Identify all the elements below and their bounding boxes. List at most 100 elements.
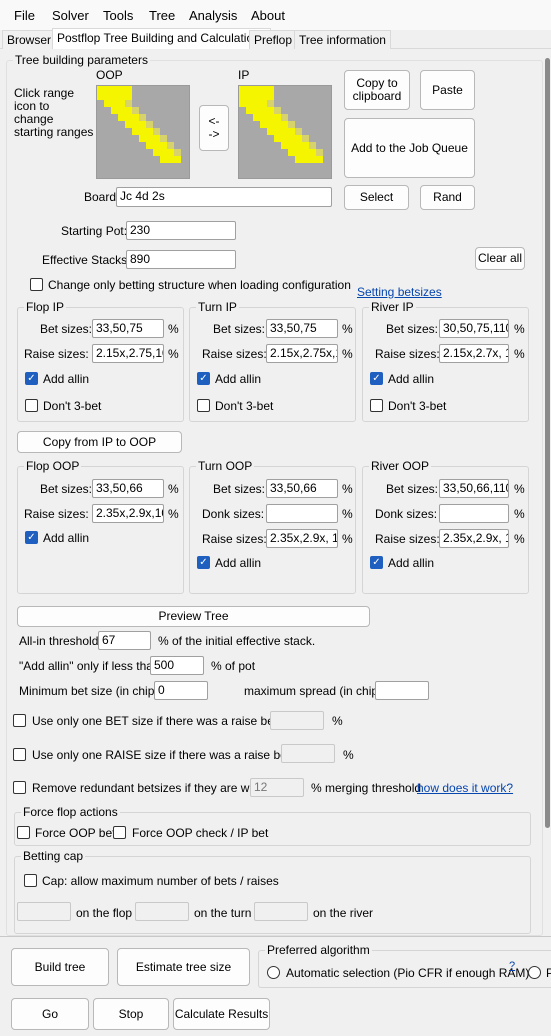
swap-ranges-button[interactable]: <- -> xyxy=(199,105,229,151)
estimate-tree-size-button[interactable]: Estimate tree size xyxy=(117,948,250,986)
tab-tree-information[interactable]: Tree information xyxy=(294,30,391,49)
scrollbar-thumb[interactable] xyxy=(545,58,550,828)
river-ip-no3bet-checkbox[interactable] xyxy=(370,399,383,412)
copy-ip-to-oop-button[interactable]: Copy from IP to OOP xyxy=(17,431,182,453)
max-spread-input[interactable] xyxy=(375,681,429,700)
menu-tools[interactable]: Tools xyxy=(103,8,133,23)
range-cell xyxy=(167,107,174,114)
allin-threshold-input[interactable]: 67 xyxy=(98,631,151,650)
force-oop-bet-checkbox[interactable] xyxy=(17,826,30,839)
min-bet-input[interactable]: 0 xyxy=(154,681,208,700)
flop-ip-bet-input[interactable]: 33,50,75 xyxy=(92,319,164,338)
auto-selection-radio[interactable] xyxy=(267,966,280,979)
how-does-it-work-link[interactable]: how does it work? xyxy=(417,781,513,795)
range-cell xyxy=(174,86,181,93)
range-cell xyxy=(281,93,288,100)
menu-about[interactable]: About xyxy=(251,8,285,23)
river-ip-raise-input[interactable]: 2.15x,2.7x, 10 xyxy=(439,344,509,363)
one-bet-input[interactable] xyxy=(270,711,324,730)
preview-tree-button[interactable]: Preview Tree xyxy=(17,606,370,627)
range-cell xyxy=(274,156,281,163)
paste-button[interactable]: Paste xyxy=(420,70,475,110)
one-bet-checkbox[interactable] xyxy=(13,714,26,727)
turn-ip-allin-checkbox[interactable]: ✓ xyxy=(197,372,210,385)
range-cell xyxy=(174,121,181,128)
one-raise-input[interactable] xyxy=(281,744,335,763)
range-cell xyxy=(160,170,167,177)
random-board-button[interactable]: Rand xyxy=(420,185,475,210)
cap-flop-input[interactable] xyxy=(17,902,71,921)
range-cell xyxy=(153,135,160,142)
remove-redundant-checkbox[interactable] xyxy=(13,781,26,794)
flop-ip-no3bet-checkbox[interactable] xyxy=(25,399,38,412)
flop-oop-allin-checkbox[interactable]: ✓ xyxy=(25,531,38,544)
river-oop-bet-input[interactable]: 33,50,66,110 xyxy=(439,479,509,498)
stop-button[interactable]: Stop xyxy=(93,998,169,1030)
cap-river-input[interactable] xyxy=(254,902,308,921)
range-cell xyxy=(111,149,118,156)
range-cell xyxy=(316,142,323,149)
turn-ip-raise-input[interactable]: 2.15x,2.75x,1 xyxy=(266,344,338,363)
turn-oop-bet-input[interactable]: 33,50,66 xyxy=(266,479,338,498)
river-oop-allin-checkbox[interactable]: ✓ xyxy=(370,556,383,569)
starting-pot-input[interactable]: 230 xyxy=(126,221,236,240)
force-oop-check-checkbox[interactable] xyxy=(113,826,126,839)
algorithm-help-link[interactable]: ? xyxy=(509,960,515,972)
range-cell xyxy=(111,114,118,121)
menu-file[interactable]: File xyxy=(14,8,35,23)
copy-clipboard-button[interactable]: Copy to clipboard xyxy=(344,70,410,110)
board-input[interactable]: Jc 4d 2s xyxy=(116,187,332,207)
range-cell xyxy=(104,135,111,142)
range-cell xyxy=(153,149,160,156)
turn-oop-allin-checkbox[interactable]: ✓ xyxy=(197,556,210,569)
flop-oop-bet-input[interactable]: 33,50,66 xyxy=(92,479,164,498)
cap-checkbox[interactable] xyxy=(24,874,37,887)
range-cell xyxy=(260,128,267,135)
setting-betsizes-link[interactable]: Setting betsizes xyxy=(357,285,442,299)
range-cell xyxy=(153,100,160,107)
select-board-button[interactable]: Select xyxy=(344,185,409,210)
board-label: Board xyxy=(84,190,117,204)
merge-threshold-input[interactable]: 12 xyxy=(250,778,304,797)
range-cell xyxy=(295,107,302,114)
range-cell xyxy=(160,142,167,149)
clear-all-button[interactable]: Clear all xyxy=(475,247,525,270)
range-cell xyxy=(146,163,153,170)
flop-ip-allin-checkbox[interactable]: ✓ xyxy=(25,372,38,385)
river-ip-allin-checkbox[interactable]: ✓ xyxy=(370,372,383,385)
change-only-checkbox[interactable] xyxy=(30,278,43,291)
tab-postflop[interactable]: Postflop Tree Building and Calculations xyxy=(52,28,271,49)
alternative-algorithm-radio[interactable] xyxy=(528,966,541,979)
river-oop-raise-input[interactable]: 2.35x,2.9x, 10 xyxy=(439,529,509,548)
menu-analysis[interactable]: Analysis xyxy=(189,8,237,23)
range-cell xyxy=(323,149,330,156)
range-cell xyxy=(111,128,118,135)
ip-range-grid[interactable] xyxy=(238,85,332,179)
go-button[interactable]: Go xyxy=(11,998,89,1030)
vertical-scrollbar[interactable] xyxy=(543,50,551,936)
add-job-queue-button[interactable]: Add to the Job Queue xyxy=(344,118,475,178)
build-tree-button[interactable]: Build tree xyxy=(11,948,109,986)
calculate-results-button[interactable]: Calculate Results xyxy=(173,998,270,1030)
tab-preflop[interactable]: Preflop xyxy=(249,30,298,49)
menu-solver[interactable]: Solver xyxy=(52,8,89,23)
turn-ip-bet-input[interactable]: 33,50,75 xyxy=(266,319,338,338)
effective-stacks-input[interactable]: 890 xyxy=(126,250,236,269)
oop-range-grid[interactable] xyxy=(96,85,190,179)
flop-oop-raise-input[interactable]: 2.35x,2.9x,10 xyxy=(92,504,164,523)
river-ip-bet-input[interactable]: 30,50,75,110 xyxy=(439,319,509,338)
one-raise-checkbox[interactable] xyxy=(13,748,26,761)
turn-ip-no3bet-checkbox[interactable] xyxy=(197,399,210,412)
add-allin-input[interactable]: 500 xyxy=(150,656,204,675)
tab-browser[interactable]: Browser xyxy=(2,30,57,49)
menu-tree[interactable]: Tree xyxy=(149,8,175,23)
range-cell xyxy=(97,156,104,163)
range-cell xyxy=(132,142,139,149)
range-cell xyxy=(160,135,167,142)
flop-ip-raise-input[interactable]: 2.15x,2.75,10 xyxy=(92,344,164,363)
river-oop-donk-input[interactable] xyxy=(439,504,509,523)
turn-oop-donk-input[interactable] xyxy=(266,504,338,523)
cap-turn-input[interactable] xyxy=(135,902,189,921)
range-cell xyxy=(281,170,288,177)
turn-oop-raise-input[interactable]: 2.35x,2.9x, 10 xyxy=(266,529,338,548)
